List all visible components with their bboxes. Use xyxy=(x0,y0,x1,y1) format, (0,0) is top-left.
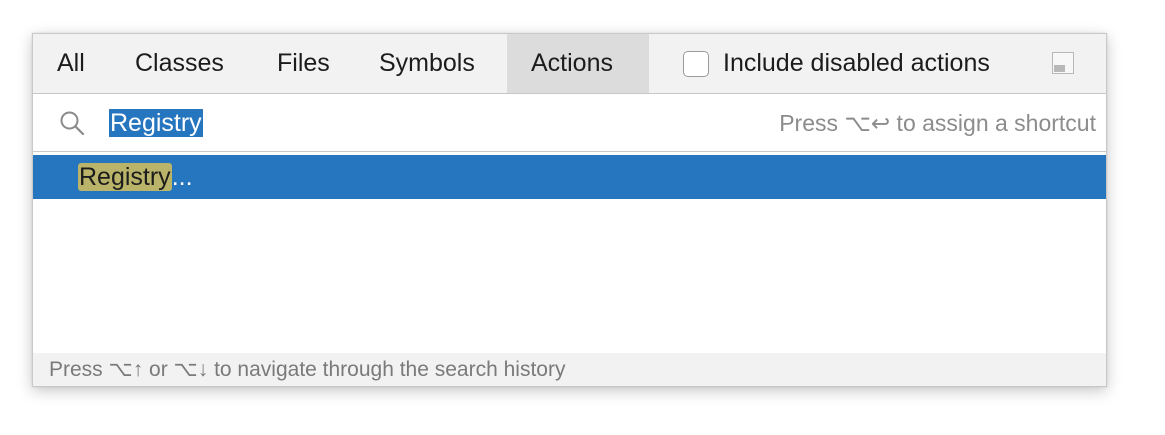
search-history-hint: Press ⌥↑ or ⌥↓ to navigate through the s… xyxy=(33,353,1106,386)
search-input-value: Registry xyxy=(109,109,203,137)
tab-bar: All Classes Files Symbols Actions Includ… xyxy=(33,34,1106,94)
search-everywhere-popup: All Classes Files Symbols Actions Includ… xyxy=(32,33,1107,387)
search-input[interactable]: Registry xyxy=(109,106,203,140)
include-disabled-actions-checkbox[interactable] xyxy=(683,50,709,77)
tab-all[interactable]: All xyxy=(33,34,109,93)
tab-actions[interactable]: Actions xyxy=(507,34,649,93)
list-item[interactable]: Registry... xyxy=(33,155,1106,199)
pin-icon[interactable] xyxy=(1052,52,1074,74)
tab-files[interactable]: Files xyxy=(253,34,354,93)
result-rest: ... xyxy=(171,163,193,191)
search-row: Registry Press ⌥↩ to assign a shortcut xyxy=(33,94,1106,152)
search-icon xyxy=(60,111,85,136)
tab-symbols[interactable]: Symbols xyxy=(355,34,499,93)
assign-shortcut-hint: Press ⌥↩ to assign a shortcut xyxy=(779,110,1096,136)
include-disabled-actions-option[interactable]: Include disabled actions xyxy=(683,34,990,93)
result-label: Registry... xyxy=(78,160,193,194)
results-list: Registry... xyxy=(33,153,1106,353)
result-match: Registry xyxy=(78,163,172,191)
tab-classes[interactable]: Classes xyxy=(111,34,248,93)
include-disabled-actions-label: Include disabled actions xyxy=(723,49,990,77)
